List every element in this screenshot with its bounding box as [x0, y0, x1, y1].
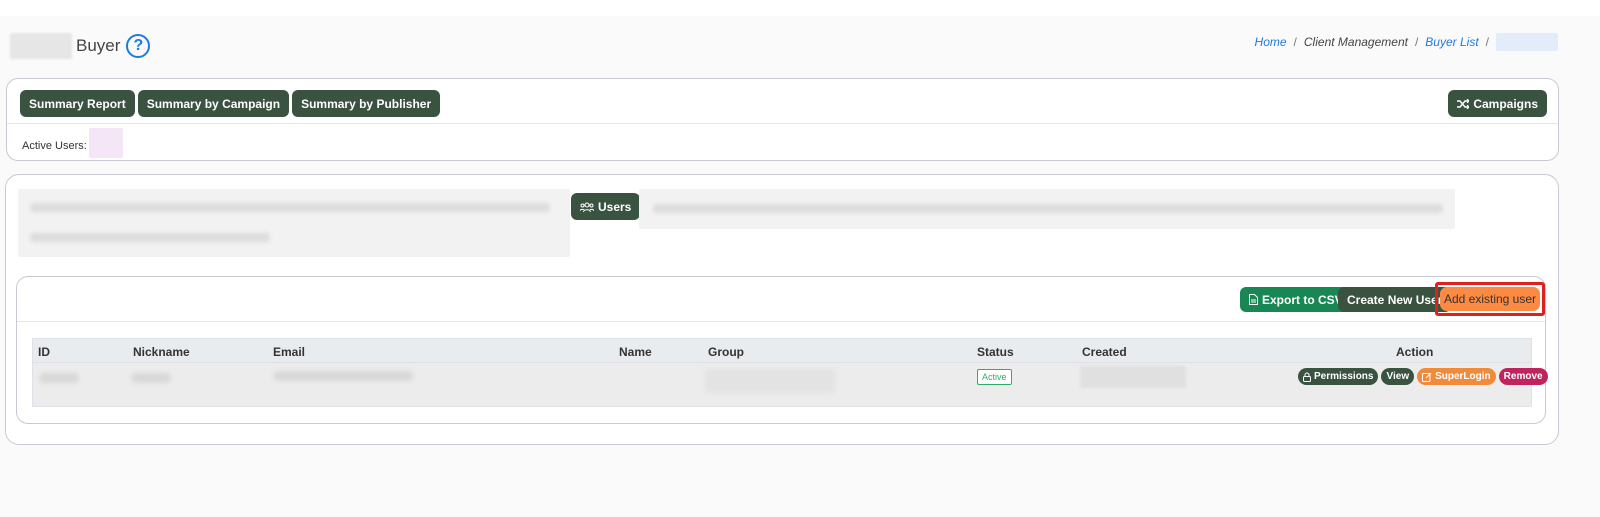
users-table: ID Nickname Email Name Group Status Crea…	[32, 338, 1548, 407]
campaigns-button-label: Campaigns	[1473, 96, 1538, 111]
campaigns-button[interactable]: Campaigns	[1448, 90, 1547, 117]
column-header-group[interactable]: Group	[708, 345, 744, 359]
buyer-detail-card: Users Export to CSV Create New User Add …	[5, 174, 1559, 445]
superlogin-button[interactable]: SuperLogin	[1417, 368, 1496, 385]
redacted-tabs-left	[18, 189, 570, 257]
remove-button[interactable]: Remove	[1498, 368, 1548, 385]
row-actions: Permissions View SuperLogin Remove	[1298, 368, 1548, 385]
breadcrumb: Home / Client Management / Buyer List /	[1255, 32, 1558, 52]
shuffle-icon	[1457, 98, 1470, 109]
breadcrumb-separator: /	[1485, 35, 1489, 49]
redacted-nickname	[131, 373, 171, 383]
redacted-id	[39, 373, 79, 383]
active-users-label: Active Users:	[22, 140, 87, 152]
active-users: Active Users:	[22, 128, 123, 158]
users-panel-toolbar: Export to CSV Create New User Add existi…	[17, 277, 1545, 322]
export-csv-label: Export to CSV	[1262, 292, 1343, 307]
help-icon[interactable]: ?	[126, 34, 151, 58]
breadcrumb-redacted-current	[1496, 33, 1558, 51]
summary-by-publisher-button[interactable]: Summary by Publisher	[292, 90, 441, 117]
active-users-redacted-value	[88, 128, 123, 158]
add-existing-user-highlight: Add existing user	[1435, 282, 1545, 316]
breadcrumb-separator: /	[1293, 35, 1297, 49]
page-header: Buyer ?	[10, 32, 151, 60]
breadcrumb-client-management: Client Management	[1303, 35, 1408, 49]
summary-report-button[interactable]: Summary Report	[20, 90, 135, 117]
redacted-created	[1080, 366, 1186, 388]
page-title: Buyer	[76, 36, 121, 55]
column-header-id[interactable]: ID	[38, 345, 50, 359]
breadcrumb-buyer-list[interactable]: Buyer List	[1425, 35, 1478, 49]
permissions-label: Permissions	[1314, 371, 1374, 382]
superlogin-label: SuperLogin	[1435, 371, 1491, 382]
summary-toolbar: Summary Report Summary by Campaign Summa…	[7, 79, 1558, 124]
tab-users[interactable]: Users	[571, 193, 641, 220]
users-panel: Export to CSV Create New User Add existi…	[16, 276, 1548, 424]
edit-icon	[1422, 372, 1432, 382]
redacted-tabs-right	[639, 189, 1455, 229]
summary-by-campaign-button[interactable]: Summary by Campaign	[137, 90, 290, 117]
status-badge: Active	[977, 369, 1012, 385]
summary-card: Summary Report Summary by Campaign Summa…	[6, 78, 1559, 161]
lock-icon	[1303, 372, 1311, 382]
redacted-email	[273, 371, 413, 381]
file-csv-icon	[1249, 294, 1258, 305]
column-header-name[interactable]: Name	[619, 345, 652, 359]
column-header-action: Action	[1396, 345, 1434, 359]
table-row: Active Permissions View SuperLogin Remov…	[32, 363, 1548, 407]
breadcrumb-separator: /	[1414, 35, 1419, 49]
column-header-email[interactable]: Email	[273, 345, 305, 359]
users-icon	[580, 201, 594, 212]
permissions-button[interactable]: Permissions	[1298, 368, 1379, 385]
tab-users-label: Users	[598, 199, 632, 214]
column-header-created[interactable]: Created	[1082, 345, 1127, 359]
column-header-nickname[interactable]: Nickname	[133, 345, 190, 359]
add-existing-user-button[interactable]: Add existing user	[1440, 287, 1540, 311]
redacted-group	[705, 369, 835, 393]
redacted-buyer-name	[10, 33, 72, 59]
export-csv-button[interactable]: Export to CSV	[1240, 287, 1352, 312]
column-header-status[interactable]: Status	[977, 345, 1014, 359]
view-button[interactable]: View	[1381, 368, 1415, 385]
top-bar	[0, 0, 1600, 16]
breadcrumb-home[interactable]: Home	[1255, 35, 1287, 49]
table-header: ID Nickname Email Name Group Status Crea…	[32, 338, 1532, 363]
